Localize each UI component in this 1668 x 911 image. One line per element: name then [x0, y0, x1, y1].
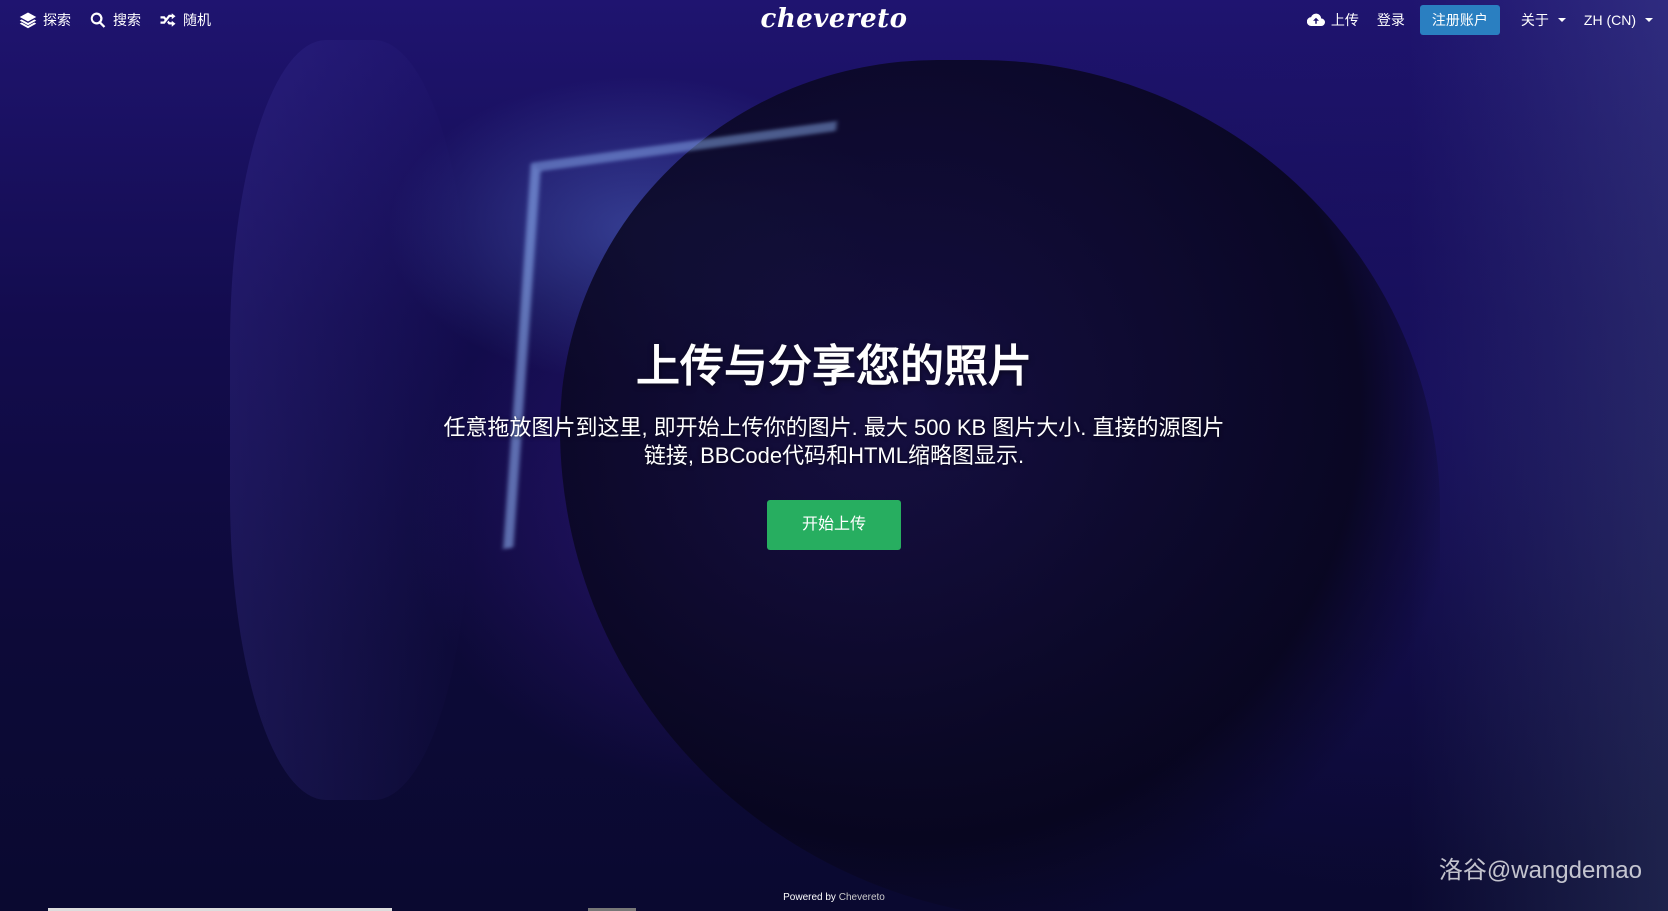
cloud-upload-icon	[1306, 13, 1325, 27]
caret-down-icon	[1557, 18, 1566, 22]
signup-button[interactable]: 注册账户	[1419, 5, 1500, 35]
powered-prefix: Powered by	[783, 892, 836, 903]
powered-by: Powered by Chevereto	[0, 892, 1668, 903]
nav-upload-label: 上传	[1330, 12, 1359, 28]
nav-random[interactable]: 随机	[150, 0, 220, 40]
nav-right: 上传 登录 注册账户 关于 ZH (CN)	[1298, 0, 1668, 40]
site-logo[interactable]: chevereto	[760, 4, 907, 34]
search-icon	[90, 12, 106, 28]
nav-left: 探索 搜索 随机	[0, 0, 220, 40]
nav-explore[interactable]: 探索	[10, 0, 80, 40]
nav-upload[interactable]: 上传	[1298, 0, 1368, 40]
caret-down-icon	[1645, 18, 1653, 22]
watermark: 洛谷@wangdemao	[1438, 857, 1642, 884]
hero-description: 任意拖放图片到这里, 即开始上传你的图片. 最大 500 KB 图片大小. 直接…	[443, 415, 1225, 468]
hero-title: 上传与分享您的照片	[636, 342, 1032, 391]
nav-about-label: 关于	[1520, 12, 1549, 28]
nav-language-label: ZH (CN)	[1583, 12, 1636, 28]
hero: 上传与分享您的照片 任意拖放图片到这里, 即开始上传你的图片. 最大 500 K…	[0, 330, 1668, 550]
upload-page: 探索 搜索 随机 chevereto 上传 登录 注册账户 关于 ZH (CN)…	[0, 0, 1668, 911]
nav-login[interactable]: 登录	[1368, 0, 1414, 40]
top-navbar: 探索 搜索 随机 chevereto 上传 登录 注册账户 关于 ZH (CN)	[0, 0, 1668, 40]
nav-random-label: 随机	[183, 12, 211, 28]
nav-about[interactable]: 关于	[1512, 0, 1575, 40]
nav-explore-label: 探索	[43, 12, 71, 28]
nav-search[interactable]: 搜索	[80, 0, 150, 40]
nav-language[interactable]: ZH (CN)	[1575, 0, 1662, 40]
start-upload-button[interactable]: 开始上传	[767, 500, 901, 550]
nav-search-label: 搜索	[113, 12, 141, 28]
shuffle-icon	[160, 13, 176, 27]
nav-login-label: 登录	[1376, 12, 1405, 28]
layers-icon	[19, 12, 37, 29]
chevereto-link[interactable]: Chevereto	[839, 892, 885, 903]
